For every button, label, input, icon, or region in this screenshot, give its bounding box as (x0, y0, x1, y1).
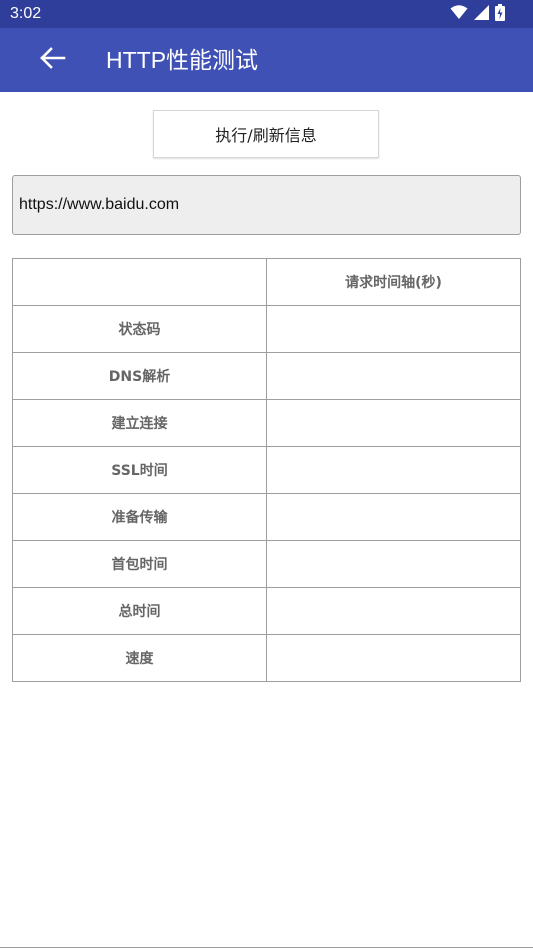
table-row: 总时间 (12, 587, 521, 635)
table-header-cell: 请求时间轴(秒) (266, 258, 521, 306)
row-label: 速度 (12, 634, 267, 682)
row-label: 建立连接 (12, 399, 267, 447)
battery-icon (495, 3, 505, 25)
back-button[interactable] (28, 40, 76, 80)
row-value (266, 493, 521, 541)
table-row: SSL时间 (12, 446, 521, 494)
row-label: 首包时间 (12, 540, 267, 588)
table-header-cell (12, 258, 267, 306)
row-label: 总时间 (12, 587, 267, 635)
row-label: 状态码 (12, 305, 267, 353)
row-value (266, 540, 521, 588)
app-bar: HTTP性能测试 (0, 28, 533, 92)
status-time: 3:02 (10, 5, 42, 22)
row-label: 准备传输 (12, 493, 267, 541)
row-value (266, 352, 521, 400)
url-input[interactable] (12, 175, 521, 235)
result-table: 请求时间轴(秒) 状态码 DNS解析 建立连接 SSL时间 准备传输 首包时间 … (12, 258, 521, 682)
table-row: 准备传输 (12, 493, 521, 541)
table-row: DNS解析 (12, 352, 521, 400)
row-label: SSL时间 (12, 446, 267, 494)
status-icons (450, 3, 505, 25)
table-row: 状态码 (12, 305, 521, 353)
back-arrow-icon (38, 46, 66, 74)
row-value (266, 587, 521, 635)
table-row: 建立连接 (12, 399, 521, 447)
table-row: 首包时间 (12, 540, 521, 588)
row-label: DNS解析 (12, 352, 267, 400)
page-title: HTTP性能测试 (106, 47, 259, 73)
status-bar: 3:02 (0, 0, 533, 28)
row-value (266, 305, 521, 353)
table-header-row: 请求时间轴(秒) (12, 258, 521, 306)
table-row: 速度 (12, 634, 521, 682)
refresh-button[interactable]: 执行/刷新信息 (153, 110, 379, 158)
wifi-icon (450, 4, 468, 24)
row-value (266, 634, 521, 682)
row-value (266, 399, 521, 447)
cell-signal-icon (474, 4, 489, 24)
row-value (266, 446, 521, 494)
